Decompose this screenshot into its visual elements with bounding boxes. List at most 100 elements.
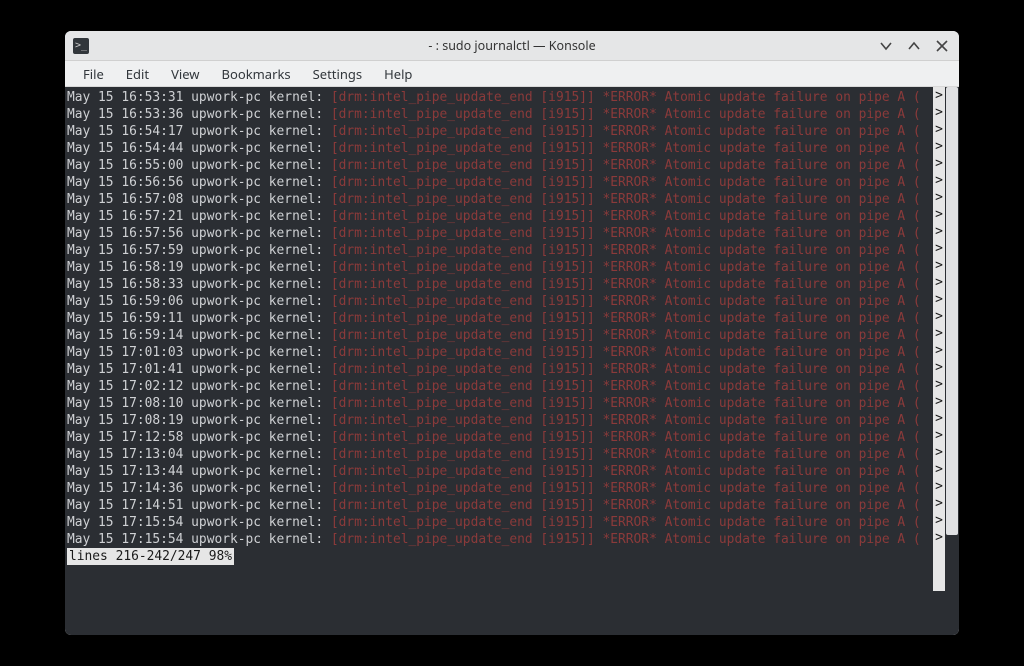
line-truncated-icon: > (933, 240, 945, 257)
line-truncated-icon: > (933, 223, 945, 240)
log-prefix: May 15 16:57:59 upwork-pc kernel: (67, 242, 331, 259)
log-error-message: [drm:intel_pipe_update_end [i915]] *ERRO… (331, 123, 921, 140)
line-truncated-icon: > (933, 121, 945, 138)
log-error-message: [drm:intel_pipe_update_end [i915]] *ERRO… (331, 293, 921, 310)
line-truncated-icon: > (933, 376, 945, 393)
log-prefix: May 15 16:59:14 upwork-pc kernel: (67, 327, 331, 344)
log-prefix: May 15 16:58:19 upwork-pc kernel: (67, 259, 331, 276)
log-line: May 15 17:15:54 upwork-pc kernel: [drm:i… (67, 514, 933, 531)
log-error-message: [drm:intel_pipe_update_end [i915]] *ERRO… (331, 344, 921, 361)
log-error-message: [drm:intel_pipe_update_end [i915]] *ERRO… (331, 157, 921, 174)
log-line: May 15 16:53:31 upwork-pc kernel: [drm:i… (67, 89, 933, 106)
log-error-message: [drm:intel_pipe_update_end [i915]] *ERRO… (331, 140, 921, 157)
terminal[interactable]: May 15 16:53:31 upwork-pc kernel: [drm:i… (65, 87, 959, 591)
log-error-message: [drm:intel_pipe_update_end [i915]] *ERRO… (331, 327, 921, 344)
log-error-message: [drm:intel_pipe_update_end [i915]] *ERRO… (331, 446, 921, 463)
log-error-message: [drm:intel_pipe_update_end [i915]] *ERRO… (331, 174, 921, 191)
scrollbar-thumb[interactable] (946, 87, 958, 535)
terminal-output[interactable]: May 15 16:53:31 upwork-pc kernel: [drm:i… (65, 87, 933, 591)
menu-edit[interactable]: Edit (116, 62, 159, 86)
menu-help[interactable]: Help (374, 62, 422, 86)
menu-settings[interactable]: Settings (303, 62, 372, 86)
log-prefix: May 15 16:57:21 upwork-pc kernel: (67, 208, 331, 225)
line-truncated-icon: > (933, 172, 945, 189)
log-line: May 15 16:57:21 upwork-pc kernel: [drm:i… (67, 208, 933, 225)
log-error-message: [drm:intel_pipe_update_end [i915]] *ERRO… (331, 191, 921, 208)
log-error-message: [drm:intel_pipe_update_end [i915]] *ERRO… (331, 480, 921, 497)
log-line: May 15 16:59:14 upwork-pc kernel: [drm:i… (67, 327, 933, 344)
line-truncated-icon: > (933, 427, 945, 444)
log-error-message: [drm:intel_pipe_update_end [i915]] *ERRO… (331, 89, 921, 106)
close-button[interactable] (933, 37, 951, 55)
log-error-message: [drm:intel_pipe_update_end [i915]] *ERRO… (331, 361, 921, 378)
line-truncated-icon: > (933, 257, 945, 274)
log-line: May 15 16:58:19 upwork-pc kernel: [drm:i… (67, 259, 933, 276)
log-prefix: May 15 16:58:33 upwork-pc kernel: (67, 276, 331, 293)
line-truncated-icon: > (933, 342, 945, 359)
log-prefix: May 15 17:13:04 upwork-pc kernel: (67, 446, 331, 463)
line-truncated-icon: > (933, 308, 945, 325)
line-truncated-icon: > (933, 410, 945, 427)
log-prefix: May 15 17:08:19 upwork-pc kernel: (67, 412, 331, 429)
line-truncated-icon: > (933, 325, 945, 342)
terminal-padding (65, 591, 959, 635)
log-error-message: [drm:intel_pipe_update_end [i915]] *ERRO… (331, 208, 921, 225)
log-line: May 15 17:01:41 upwork-pc kernel: [drm:i… (67, 361, 933, 378)
log-prefix: May 15 17:14:36 upwork-pc kernel: (67, 480, 331, 497)
log-line: May 15 17:08:10 upwork-pc kernel: [drm:i… (67, 395, 933, 412)
log-prefix: May 15 16:57:56 upwork-pc kernel: (67, 225, 331, 242)
scrollbar[interactable] (945, 87, 959, 591)
log-prefix: May 15 16:55:00 upwork-pc kernel: (67, 157, 331, 174)
line-truncated-icon: > (933, 461, 945, 478)
log-prefix: May 15 17:01:03 upwork-pc kernel: (67, 344, 331, 361)
close-icon (936, 40, 948, 52)
line-truncated-icon: > (933, 274, 945, 291)
log-error-message: [drm:intel_pipe_update_end [i915]] *ERRO… (331, 225, 921, 242)
log-line: May 15 17:14:51 upwork-pc kernel: [drm:i… (67, 497, 933, 514)
chevron-down-icon (880, 40, 892, 52)
log-prefix: May 15 16:54:17 upwork-pc kernel: (67, 123, 331, 140)
log-error-message: [drm:intel_pipe_update_end [i915]] *ERRO… (331, 310, 921, 327)
maximize-button[interactable] (905, 37, 923, 55)
log-error-message: [drm:intel_pipe_update_end [i915]] *ERRO… (331, 395, 921, 412)
log-line: May 15 17:13:44 upwork-pc kernel: [drm:i… (67, 463, 933, 480)
log-error-message: [drm:intel_pipe_update_end [i915]] *ERRO… (331, 242, 921, 259)
pager-status: lines 216-242/247 98% (67, 548, 234, 565)
log-prefix: May 15 16:53:36 upwork-pc kernel: (67, 106, 331, 123)
line-truncated-icon: > (933, 444, 945, 461)
menu-file[interactable]: File (73, 62, 114, 86)
log-error-message: [drm:intel_pipe_update_end [i915]] *ERRO… (331, 514, 921, 531)
truncation-column: >>>>>>>>>>>>>>>>>>>>>>>>>>> (933, 87, 945, 591)
log-error-message: [drm:intel_pipe_update_end [i915]] *ERRO… (331, 412, 921, 429)
window-title: - : sudo journalctl — Konsole (65, 37, 959, 54)
line-truncated-icon: > (933, 478, 945, 495)
line-truncated-icon: > (933, 206, 945, 223)
log-line: May 15 16:54:17 upwork-pc kernel: [drm:i… (67, 123, 933, 140)
log-prefix: May 15 17:15:54 upwork-pc kernel: (67, 531, 331, 548)
titlebar[interactable]: >_ - : sudo journalctl — Konsole (65, 31, 959, 61)
log-line: May 15 16:59:06 upwork-pc kernel: [drm:i… (67, 293, 933, 310)
line-truncated-icon: > (933, 359, 945, 376)
log-prefix: May 15 17:12:58 upwork-pc kernel: (67, 429, 331, 446)
app-icon: >_ (73, 38, 89, 54)
line-truncated-icon: > (933, 155, 945, 172)
log-prefix: May 15 17:13:44 upwork-pc kernel: (67, 463, 331, 480)
log-error-message: [drm:intel_pipe_update_end [i915]] *ERRO… (331, 378, 921, 395)
minimize-button[interactable] (877, 37, 895, 55)
log-error-message: [drm:intel_pipe_update_end [i915]] *ERRO… (331, 259, 921, 276)
menu-view[interactable]: View (161, 62, 209, 86)
log-line: May 15 17:14:36 upwork-pc kernel: [drm:i… (67, 480, 933, 497)
log-prefix: May 15 17:15:54 upwork-pc kernel: (67, 514, 331, 531)
log-line: May 15 16:55:00 upwork-pc kernel: [drm:i… (67, 157, 933, 174)
log-line: May 15 16:56:56 upwork-pc kernel: [drm:i… (67, 174, 933, 191)
log-prefix: May 15 16:59:06 upwork-pc kernel: (67, 293, 331, 310)
log-line: May 15 16:53:36 upwork-pc kernel: [drm:i… (67, 106, 933, 123)
log-line: May 15 16:59:11 upwork-pc kernel: [drm:i… (67, 310, 933, 327)
menu-bookmarks[interactable]: Bookmarks (212, 62, 301, 86)
log-prefix: May 15 16:54:44 upwork-pc kernel: (67, 140, 331, 157)
chevron-up-icon (908, 40, 920, 52)
log-error-message: [drm:intel_pipe_update_end [i915]] *ERRO… (331, 429, 921, 446)
log-prefix: May 15 16:59:11 upwork-pc kernel: (67, 310, 331, 327)
log-line: May 15 16:57:59 upwork-pc kernel: [drm:i… (67, 242, 933, 259)
log-error-message: [drm:intel_pipe_update_end [i915]] *ERRO… (331, 497, 921, 514)
